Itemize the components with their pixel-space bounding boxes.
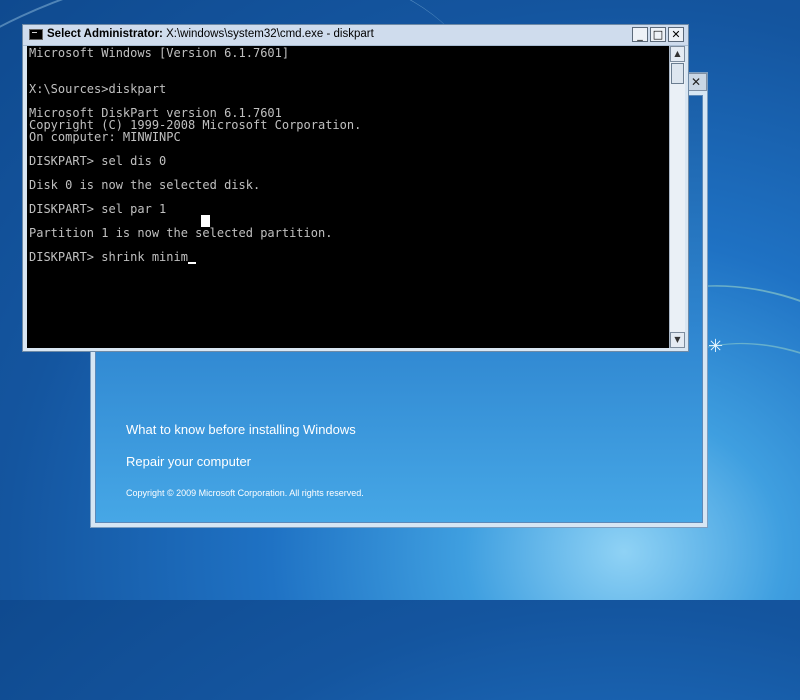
wallpaper-flare-icon: ✳	[708, 336, 724, 357]
cmd-app-icon[interactable]	[29, 29, 43, 40]
mouse-text-cursor	[201, 215, 210, 227]
cmd-title-path: X:\windows\system32\cmd.exe - diskpart	[166, 28, 374, 40]
cmd-titlebar[interactable]: Select Administrator: X:\windows\system3…	[23, 25, 688, 46]
console-output[interactable]: Microsoft Windows [Version 6.1.7601] X:\…	[27, 46, 669, 348]
cmd-window: Select Administrator: X:\windows\system3…	[22, 24, 689, 352]
console-line: Partition 1 is now the selected partitio…	[29, 226, 333, 240]
cmd-window-controls: _ □ ✕	[630, 27, 684, 42]
maximize-button[interactable]: □	[650, 27, 666, 42]
scroll-thumb[interactable]	[671, 63, 684, 84]
what-to-know-link[interactable]: What to know before installing Windows	[126, 422, 356, 437]
console-line: DISKPART> sel par 1	[29, 202, 167, 216]
cmd-window-title: Select Administrator: X:\windows\system3…	[47, 28, 374, 40]
repair-computer-link[interactable]: Repair your computer	[126, 454, 251, 469]
console-line: X:\Sources>diskpart	[29, 82, 167, 96]
console-line: Disk 0 is now the selected disk.	[29, 178, 261, 192]
console-line: Microsoft Windows [Version 6.1.7601]	[29, 46, 290, 60]
scroll-up-button[interactable]: ▲	[670, 46, 685, 62]
scroll-down-button[interactable]: ▼	[670, 332, 685, 348]
console-line: DISKPART> sel dis 0	[29, 154, 167, 168]
close-button[interactable]: ✕	[668, 27, 684, 42]
console-scrollbar[interactable]: ▲ ▼	[669, 46, 685, 348]
console-input-line[interactable]: DISKPART> shrink minim	[29, 251, 188, 263]
console-line: On computer: MINWINPC	[29, 130, 181, 144]
console-cursor	[188, 262, 196, 264]
cmd-title-prefix: Select Administrator:	[47, 28, 167, 40]
minimize-button[interactable]: _	[632, 27, 648, 42]
setup-copyright-text: Copyright © 2009 Microsoft Corporation. …	[126, 488, 364, 498]
